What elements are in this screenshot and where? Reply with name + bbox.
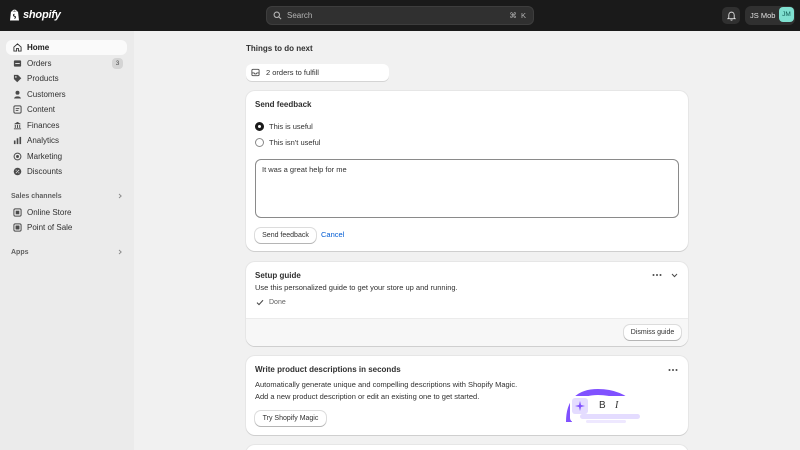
logo-text: shopify [23,8,61,21]
chevron-right-icon [118,249,122,255]
shopify-magic-card: Write product descriptions in seconds Au… [246,356,688,435]
search-bar[interactable]: Search ⌘ K [266,6,534,25]
avatar: JM [779,7,794,22]
ellipsis-icon [652,274,662,276]
sidebar-item-point-of-sale[interactable]: Point of Sale [6,220,127,235]
try-shopify-magic-button[interactable]: Try Shopify Magic [255,411,326,426]
sidebar-item-label: Discounts [27,167,63,176]
status-label: Done [269,299,286,306]
orders-count-badge: 3 [112,57,123,69]
sidebar-item-label: Online Store [27,207,72,217]
chevron-right-icon [118,193,122,199]
collapse-button[interactable] [668,269,680,281]
italic-glyph: I [615,400,619,411]
apps-header[interactable]: Apps [11,246,123,258]
radio-not-useful-label: This isn't useful [269,138,321,147]
store-menu-button[interactable]: JS Mob JM [745,6,795,25]
magic-title: Write product descriptions in seconds [255,365,401,374]
more-actions-button[interactable] [651,269,663,281]
top-bar: shopify Search ⌘ K JS Mob JM [0,0,800,31]
sidebar-item-analytics[interactable]: Analytics [6,133,127,148]
radio-not-useful[interactable]: This isn't useful [255,138,320,147]
storefront-icon [12,207,22,217]
todo-pill-label: 2 orders to fulfill [266,68,319,77]
sidebar-item-label: Home [27,43,50,52]
send-feedback-button[interactable]: Send feedback [255,228,316,243]
sales-channels-label: Sales channels [11,192,62,200]
home-icon [12,43,22,53]
bold-glyph: B [599,400,606,411]
discount-icon [12,167,22,177]
sidebar-item-content[interactable]: Content [6,102,127,117]
more-actions-button[interactable] [667,364,679,376]
sidebar-item-label: Customers [27,89,66,99]
magic-editor-illustration-icon [566,388,640,423]
sales-channels-header[interactable]: Sales channels [11,190,123,202]
tag-icon [12,74,22,84]
feedback-card: Send feedback This is useful This isn't … [246,91,688,251]
feedback-textarea[interactable]: It was a great help for me [255,159,679,218]
search-shortcut: ⌘ K [509,11,527,20]
sidebar-item-discounts[interactable]: Discounts [6,164,127,179]
store-name: JS Mob [750,11,776,20]
sidebar-item-label: Products [27,74,59,83]
sidebar-item-marketing[interactable]: Marketing [6,149,127,164]
sidebar-item-customers[interactable]: Customers [6,87,127,102]
sidebar-item-label: Point of Sale [27,223,73,232]
sidebar-item-online-store[interactable]: Online Store [6,205,127,220]
magic-illustration: B I [566,374,646,426]
sidebar-item-home[interactable]: Home [6,40,127,55]
radio-unselected-indicator [255,138,264,147]
setup-guide-title: Setup guide [255,271,301,280]
inbox-icon [251,68,260,77]
notifications-button[interactable] [722,7,740,24]
sidebar-item-label: Orders [27,58,52,68]
bell-icon [726,11,736,21]
person-icon [12,89,22,99]
feedback-title: Send feedback [255,100,312,109]
search-placeholder: Search [287,11,313,20]
sidebar: Home Orders 3 Products Customers Content… [0,31,134,450]
sidebar-item-orders[interactable]: Orders 3 [6,56,127,71]
sidebar-item-label: Marketing [27,151,63,161]
checkmark-icon [256,299,264,306]
sidebar-item-label: Finances [27,120,60,130]
cancel-link[interactable]: Cancel [321,230,344,239]
chevron-down-icon [671,273,677,277]
setup-guide-description: Use this personalized guide to get your … [255,283,458,292]
apps-label: Apps [11,248,29,256]
orders-icon [12,58,22,68]
radio-useful[interactable]: This is useful [255,122,313,131]
radio-selected-indicator [255,122,264,131]
content-icon [12,105,22,115]
shopify-bag-icon [10,9,19,21]
magic-description-line2: Add a new product description or edit an… [255,392,480,401]
ellipsis-icon [668,369,678,371]
magic-description-line1: Automatically generate unique and compel… [255,380,518,389]
pos-icon [12,223,22,233]
dismiss-guide-button[interactable]: Dismiss guide [624,325,681,340]
bank-icon [12,120,22,130]
orders-to-fulfill-pill[interactable]: 2 orders to fulfill [246,64,389,81]
shopify-logo[interactable]: shopify [9,8,61,21]
setup-guide-footer: Dismiss guide [246,318,688,346]
sidebar-item-products[interactable]: Products [6,71,127,86]
next-card [246,445,688,450]
sidebar-item-finances[interactable]: Finances [6,118,127,133]
page-heading: Things to do next [246,44,313,53]
sidebar-item-label: Content [27,105,56,114]
sidebar-item-label: Analytics [27,136,60,145]
radio-useful-label: This is useful [269,122,313,131]
search-icon [273,11,282,20]
setup-guide-card: Setup guide Use this personalized guide … [246,262,688,346]
setup-guide-status: Done [256,299,286,306]
bar-chart-icon [12,136,22,146]
target-icon [12,151,22,161]
